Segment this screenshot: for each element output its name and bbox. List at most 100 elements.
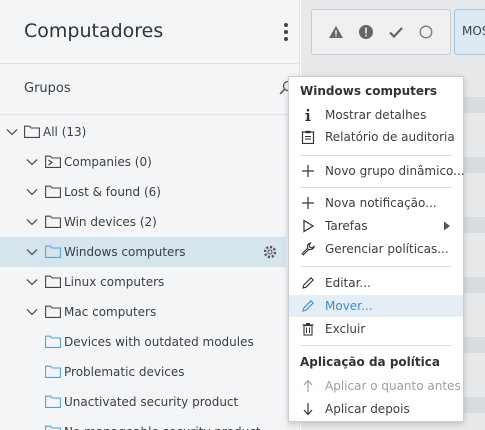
clipboard-icon bbox=[301, 130, 315, 144]
menu-item-audit-report[interactable]: Relatório de auditoria bbox=[289, 126, 463, 148]
error-icon[interactable] bbox=[358, 24, 374, 40]
tree-item[interactable]: Unactivated security product bbox=[0, 387, 286, 417]
tree-item-label: Windows computers bbox=[64, 245, 186, 259]
menu-item-label: Mover... bbox=[325, 299, 373, 313]
menu-item-label: Aplicar depois bbox=[325, 402, 410, 416]
chevron-down-icon[interactable] bbox=[25, 215, 39, 229]
menu-divider bbox=[300, 345, 452, 346]
pencil-icon bbox=[302, 277, 314, 289]
context-menu: Windows computers Mostrar detalhes Relat… bbox=[288, 76, 465, 422]
menu-item-new-dynamic-group[interactable]: Novo grupo dinâmico... bbox=[289, 160, 465, 182]
menu-divider bbox=[300, 187, 452, 188]
gear-icon[interactable] bbox=[262, 244, 278, 260]
menu-item-label: Gerenciar políticas... bbox=[325, 242, 449, 256]
status-filter-group[interactable] bbox=[311, 9, 451, 55]
chevron-right-icon bbox=[444, 221, 450, 231]
folder-icon bbox=[24, 125, 40, 138]
menu-item-label: Novo grupo dinâmico... bbox=[325, 164, 465, 178]
menu-item-apply-asap[interactable]: Aplicar o quanto antes bbox=[289, 375, 463, 397]
menu-section-title: Windows computers bbox=[300, 84, 438, 98]
tree-item[interactable]: Problematic devices bbox=[0, 357, 286, 387]
tree-item-label: Devices with outdated modules bbox=[64, 335, 254, 349]
menu-item-label: Mostrar detalhes bbox=[325, 108, 427, 122]
kebab-menu-icon[interactable] bbox=[279, 22, 293, 44]
plus-icon bbox=[302, 197, 314, 209]
tree-item[interactable]: Companies (0) bbox=[0, 147, 286, 177]
tree-item[interactable]: Mac computers bbox=[0, 297, 286, 327]
groups-label: Grupos bbox=[24, 81, 71, 96]
list-item bbox=[461, 217, 485, 233]
menu-item-label: Nova notificação... bbox=[325, 196, 437, 210]
group-tree: All (13) Companies (0) Lost & found (6) Win… bbox=[0, 116, 300, 430]
arrow-up-icon bbox=[303, 379, 313, 392]
folder-icon bbox=[45, 155, 61, 168]
chevron-down-icon[interactable] bbox=[25, 185, 39, 199]
folder-icon bbox=[45, 305, 61, 318]
warning-icon[interactable] bbox=[328, 24, 344, 40]
menu-item-label: Editar... bbox=[325, 276, 371, 290]
tree-item[interactable]: Lost & found (6) bbox=[0, 177, 286, 207]
panel-header: Computadores bbox=[0, 0, 300, 64]
chevron-down-icon[interactable] bbox=[25, 305, 39, 319]
tree-item-label: Lost & found (6) bbox=[64, 185, 161, 199]
tree-item[interactable]: Windows computers bbox=[0, 237, 286, 267]
tree-item[interactable]: Win devices (2) bbox=[0, 207, 286, 237]
menu-item-new-notification[interactable]: Nova notificação... bbox=[289, 192, 463, 214]
tree-item-label: Unactivated security product bbox=[64, 395, 239, 409]
chevron-down-icon[interactable] bbox=[25, 245, 39, 259]
list-item bbox=[461, 397, 485, 413]
list-item bbox=[461, 277, 485, 293]
plus-icon bbox=[302, 165, 314, 177]
dynamic-folder-icon bbox=[45, 365, 61, 378]
play-icon bbox=[303, 219, 315, 233]
arrow-down-icon bbox=[303, 403, 313, 416]
tree-item-label: Mac computers bbox=[64, 305, 157, 319]
menu-item-label: Relatório de auditoria bbox=[325, 130, 455, 144]
chevron-down-icon[interactable] bbox=[5, 125, 19, 139]
chevron-down-icon[interactable] bbox=[25, 155, 39, 169]
tree-item-label: Linux computers bbox=[64, 275, 165, 289]
tree-item[interactable]: Devices with outdated modules bbox=[0, 327, 286, 357]
tree-item-label: Companies (0) bbox=[64, 155, 152, 169]
chevron-down-icon[interactable] bbox=[25, 275, 39, 289]
menu-section-title: Aplicação da política bbox=[300, 355, 440, 369]
menu-item-manage-policies[interactable]: Gerenciar políticas... bbox=[289, 238, 463, 260]
tree-item-label: Win devices (2) bbox=[64, 215, 157, 229]
menu-item-move[interactable]: Mover... bbox=[289, 295, 463, 317]
folder-icon bbox=[45, 275, 61, 288]
menu-item-label: Excluir bbox=[325, 322, 366, 336]
dynamic-folder-icon bbox=[45, 425, 61, 430]
menu-item-tasks[interactable]: Tarefas bbox=[289, 215, 463, 237]
menu-item-apply-later[interactable]: Aplicar depois bbox=[289, 398, 463, 420]
check-icon[interactable] bbox=[388, 24, 404, 40]
list-item bbox=[461, 337, 485, 353]
trash-icon bbox=[302, 323, 314, 336]
menu-item-label: Aplicar o quanto antes bbox=[325, 379, 461, 393]
folder-icon bbox=[45, 215, 61, 228]
wrench-icon bbox=[301, 242, 315, 256]
info-icon bbox=[305, 109, 311, 121]
menu-divider bbox=[300, 155, 452, 156]
dynamic-folder-icon bbox=[45, 335, 61, 348]
dynamic-folder-icon bbox=[45, 395, 61, 408]
tree-item-label: All (13) bbox=[43, 125, 87, 139]
tree-item[interactable]: Linux computers bbox=[0, 267, 286, 297]
menu-item-edit[interactable]: Editar... bbox=[289, 272, 463, 294]
menu-item-show-details[interactable]: Mostrar detalhes bbox=[289, 104, 463, 126]
tree-item-label: No manageable security product bbox=[64, 425, 261, 430]
tree-item-label: Problematic devices bbox=[64, 365, 185, 379]
tree-item[interactable]: No manageable security product bbox=[0, 417, 286, 430]
list-item bbox=[461, 97, 485, 113]
menu-item-delete[interactable]: Excluir bbox=[289, 318, 463, 340]
menu-item-label: Tarefas bbox=[325, 219, 368, 233]
folder-icon bbox=[45, 245, 61, 258]
circle-icon[interactable] bbox=[418, 24, 434, 40]
tree-item[interactable]: All (13) bbox=[0, 117, 286, 147]
groups-panel: Computadores Grupos All (13) Companies (0… bbox=[0, 0, 300, 430]
folder-icon bbox=[45, 185, 61, 198]
menu-divider bbox=[300, 266, 452, 267]
groups-bar: Grupos bbox=[0, 65, 300, 115]
mos-button[interactable]: MOS bbox=[454, 9, 485, 55]
move-icon bbox=[302, 300, 314, 312]
page-title: Computadores bbox=[24, 20, 164, 42]
